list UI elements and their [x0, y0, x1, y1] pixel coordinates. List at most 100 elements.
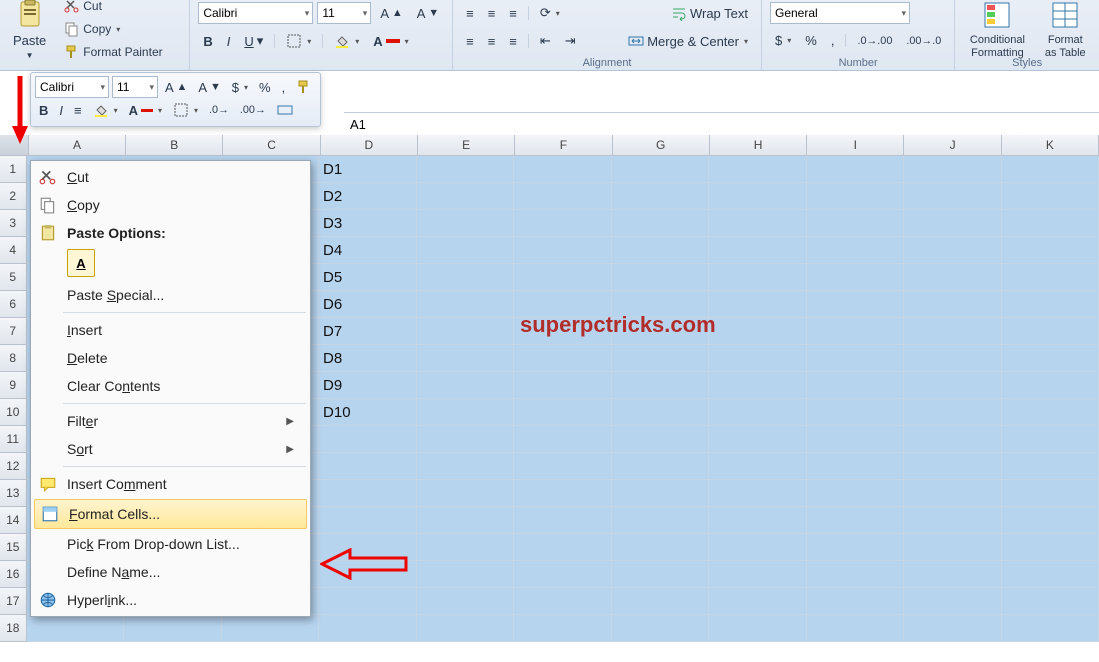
cell[interactable]: [709, 534, 807, 561]
cell[interactable]: [612, 507, 710, 534]
cell[interactable]: [904, 318, 1002, 345]
comma-format-icon[interactable]: ,: [826, 30, 840, 51]
cell[interactable]: [514, 507, 612, 534]
cell[interactable]: [709, 345, 807, 372]
cell[interactable]: [222, 615, 320, 642]
row-header[interactable]: 8: [0, 345, 27, 372]
cell[interactable]: [417, 588, 515, 615]
align-right-icon[interactable]: ≡: [504, 31, 522, 52]
col-header[interactable]: D: [321, 135, 418, 156]
col-header[interactable]: B: [126, 135, 223, 156]
mini-percent-icon[interactable]: %: [255, 78, 275, 97]
cm-format-cells[interactable]: Format Cells...: [34, 499, 307, 529]
cell[interactable]: [417, 480, 515, 507]
cm-paste-option-all[interactable]: A: [67, 249, 95, 277]
cell[interactable]: [514, 426, 612, 453]
cell[interactable]: [612, 588, 710, 615]
cell[interactable]: [904, 399, 1002, 426]
cell[interactable]: [514, 264, 612, 291]
cell[interactable]: [1002, 453, 1099, 480]
cell[interactable]: [612, 399, 710, 426]
row-header[interactable]: 1: [0, 156, 27, 183]
row-header[interactable]: 10: [0, 399, 27, 426]
format-painter-button[interactable]: Format Painter: [59, 41, 167, 63]
cell[interactable]: [417, 291, 515, 318]
col-header[interactable]: E: [418, 135, 515, 156]
cell[interactable]: [1002, 156, 1099, 183]
cell[interactable]: [417, 507, 515, 534]
cell[interactable]: D9: [319, 372, 417, 399]
cm-clear-contents[interactable]: Clear Contents: [33, 372, 308, 400]
cell[interactable]: D7: [319, 318, 417, 345]
cm-insert-comment[interactable]: Insert Comment: [33, 470, 308, 498]
cell[interactable]: [904, 237, 1002, 264]
cell[interactable]: D6: [319, 291, 417, 318]
mini-inc-decimal[interactable]: .0→: [205, 102, 233, 118]
cell[interactable]: [319, 426, 417, 453]
cell[interactable]: [319, 507, 417, 534]
col-header[interactable]: G: [613, 135, 710, 156]
font-size-combo[interactable]: 11: [317, 2, 371, 24]
align-left-icon[interactable]: ≡: [461, 31, 479, 52]
cell[interactable]: [514, 372, 612, 399]
cell[interactable]: [709, 264, 807, 291]
cell[interactable]: [807, 534, 905, 561]
underline-button[interactable]: U ▾: [239, 30, 268, 52]
cell[interactable]: [904, 534, 1002, 561]
cell[interactable]: [709, 507, 807, 534]
cm-paste-special[interactable]: Paste Special...: [33, 281, 308, 309]
mini-fill-color[interactable]: [89, 100, 122, 120]
cell[interactable]: [417, 237, 515, 264]
cell[interactable]: [807, 399, 905, 426]
cell[interactable]: [709, 318, 807, 345]
cell[interactable]: [807, 426, 905, 453]
mini-font-color[interactable]: A: [125, 101, 166, 120]
conditional-formatting-button[interactable]: Conditional Formatting: [963, 0, 1031, 62]
increase-indent-icon[interactable]: ⇥: [560, 30, 581, 52]
row-header[interactable]: 4: [0, 237, 27, 264]
cell[interactable]: [417, 372, 515, 399]
cell[interactable]: [1002, 318, 1099, 345]
cell[interactable]: [514, 561, 612, 588]
cell[interactable]: D10: [319, 399, 417, 426]
cell[interactable]: [807, 588, 905, 615]
cell[interactable]: [1002, 345, 1099, 372]
row-header[interactable]: 9: [0, 372, 27, 399]
mini-dec-decimal[interactable]: .00→: [236, 102, 270, 118]
cell[interactable]: [27, 615, 125, 642]
cell[interactable]: [807, 561, 905, 588]
col-header[interactable]: K: [1002, 135, 1099, 156]
cell[interactable]: [1002, 372, 1099, 399]
row-header[interactable]: 16: [0, 561, 27, 588]
cell[interactable]: [319, 588, 417, 615]
cell[interactable]: [709, 399, 807, 426]
cell[interactable]: [904, 264, 1002, 291]
cell[interactable]: [807, 156, 905, 183]
cm-cut[interactable]: Cut: [33, 163, 308, 191]
cell[interactable]: [904, 183, 1002, 210]
cell[interactable]: [1002, 480, 1099, 507]
font-name-combo[interactable]: Calibri: [198, 2, 313, 24]
increase-font-icon[interactable]: A▲: [375, 3, 407, 24]
mini-accounting-icon[interactable]: $: [228, 78, 252, 97]
accounting-format-icon[interactable]: $: [770, 30, 796, 51]
cell[interactable]: [709, 372, 807, 399]
align-center-icon[interactable]: ≡: [483, 31, 501, 52]
cm-sort[interactable]: Sort▶: [33, 435, 308, 463]
cell[interactable]: [514, 210, 612, 237]
format-as-table-button[interactable]: Format as Table: [1040, 0, 1091, 62]
cell[interactable]: [904, 345, 1002, 372]
cell[interactable]: [612, 534, 710, 561]
cell[interactable]: [417, 399, 515, 426]
cell[interactable]: [417, 534, 515, 561]
cell[interactable]: [612, 183, 710, 210]
cell[interactable]: [417, 453, 515, 480]
cell[interactable]: [807, 615, 905, 642]
mini-font-name[interactable]: Calibri: [35, 76, 109, 98]
cell[interactable]: [1002, 534, 1099, 561]
cell[interactable]: [1002, 291, 1099, 318]
cell[interactable]: D3: [319, 210, 417, 237]
cell[interactable]: [612, 426, 710, 453]
row-header[interactable]: 3: [0, 210, 27, 237]
row-header[interactable]: 14: [0, 507, 27, 534]
